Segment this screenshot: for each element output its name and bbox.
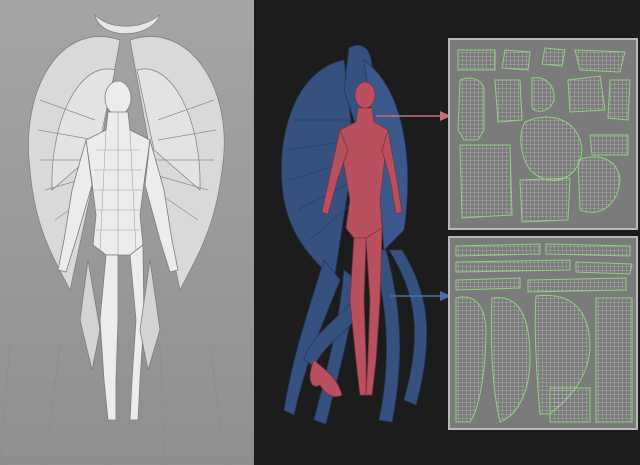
uv-islands-top — [457, 47, 631, 223]
wireframe-viewport — [0, 0, 254, 465]
uv-layout-top — [448, 38, 638, 230]
uv-layout-bottom — [448, 236, 638, 430]
arrow-right-icon — [376, 111, 451, 121]
arrow-right-icon — [390, 291, 451, 301]
uv-island — [457, 47, 631, 223]
wireframe-figure — [0, 0, 254, 465]
uv-island — [455, 243, 633, 423]
uv-islands-bottom — [455, 243, 633, 423]
